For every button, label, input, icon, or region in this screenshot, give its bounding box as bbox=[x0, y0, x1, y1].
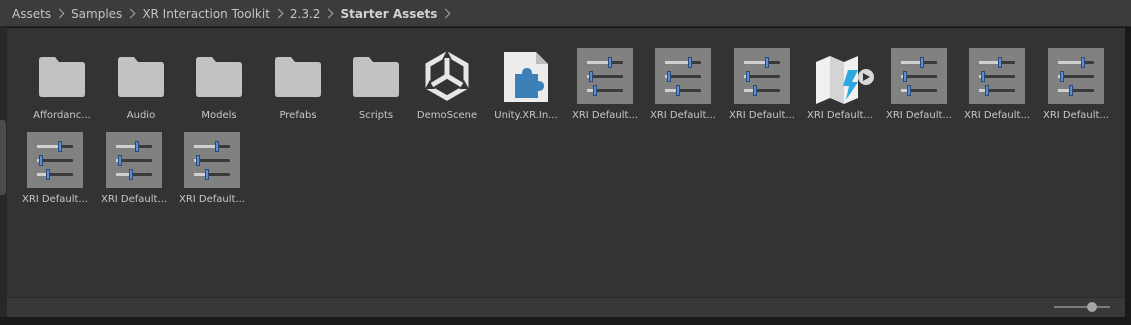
folder-icon bbox=[191, 48, 247, 104]
asset-item-assembly-definition[interactable]: Unity.XR.In... bbox=[487, 36, 565, 126]
breadcrumb: Assets Samples XR Interaction Toolkit 2.… bbox=[12, 0, 457, 27]
preset-icon bbox=[734, 48, 790, 104]
asset-item-folder[interactable]: Affordanc... bbox=[23, 36, 101, 126]
preset-icon bbox=[27, 132, 83, 188]
chevron-right-icon bbox=[324, 8, 334, 19]
folder-icon bbox=[348, 48, 404, 104]
asset-label: XRI Default... bbox=[178, 194, 245, 205]
asset-label: XRI Default... bbox=[806, 110, 873, 121]
asset-item-folder[interactable]: Scripts bbox=[337, 36, 415, 126]
chevron-right-icon bbox=[54, 8, 65, 19]
asset-item-folder[interactable]: Prefabs bbox=[259, 36, 337, 126]
folder-icon bbox=[270, 48, 326, 104]
left-panel-edge bbox=[0, 27, 7, 317]
asset-item-preset[interactable]: XRI Default... bbox=[723, 36, 801, 126]
asset-label: XRI Default... bbox=[100, 194, 167, 205]
folder-icon bbox=[34, 48, 90, 104]
asset-item-scene[interactable]: DemoScene bbox=[408, 36, 486, 126]
asset-item-folder[interactable]: Models bbox=[180, 36, 258, 126]
asset-item-folder[interactable]: Audio bbox=[102, 36, 180, 126]
asset-item-preset[interactable]: XRI Default... bbox=[958, 36, 1036, 126]
zoom-slider-thumb[interactable] bbox=[1087, 302, 1097, 312]
chevron-right-icon bbox=[125, 8, 136, 19]
unity-scene-icon bbox=[419, 48, 475, 104]
asset-label: XRI Default... bbox=[728, 110, 795, 121]
bottom-edge bbox=[0, 317, 1131, 325]
assembly-definition-icon bbox=[498, 48, 554, 104]
asset-label: Unity.XR.In... bbox=[494, 110, 558, 121]
breadcrumb-item-xr-interaction-toolkit[interactable]: XR Interaction Toolkit bbox=[142, 7, 270, 21]
breadcrumb-bar: Assets Samples XR Interaction Toolkit 2.… bbox=[0, 0, 1131, 27]
preset-icon bbox=[106, 132, 162, 188]
asset-item-preset[interactable]: XRI Default... bbox=[566, 36, 644, 126]
folder-icon bbox=[113, 48, 169, 104]
breadcrumb-item-version[interactable]: 2.3.2 bbox=[290, 7, 321, 21]
right-panel-edge bbox=[1125, 27, 1131, 325]
asset-item-preset[interactable]: XRI Default... bbox=[95, 120, 173, 210]
chevron-right-icon[interactable] bbox=[440, 8, 451, 19]
asset-item-preset[interactable]: XRI Default... bbox=[173, 120, 251, 210]
preset-icon bbox=[577, 48, 633, 104]
zoom-slider-track[interactable] bbox=[1054, 306, 1110, 308]
asset-item-preset[interactable]: XRI Default... bbox=[1037, 36, 1115, 126]
breadcrumb-item-starter-assets[interactable]: Starter Assets bbox=[340, 7, 437, 21]
asset-label: DemoScene bbox=[416, 110, 478, 121]
scrollbar-handle[interactable] bbox=[0, 120, 6, 195]
asset-item-preset[interactable]: XRI Default... bbox=[880, 36, 958, 126]
asset-label: XRI Default... bbox=[885, 110, 952, 121]
asset-label: XRI Default... bbox=[21, 194, 88, 205]
asset-item-preset[interactable]: XRI Default... bbox=[16, 120, 94, 210]
asset-label: XRI Default... bbox=[963, 110, 1030, 121]
asset-label: XRI Default... bbox=[649, 110, 716, 121]
lighting-map-icon bbox=[812, 48, 874, 104]
asset-label: XRI Default... bbox=[571, 110, 638, 121]
asset-item-lighting[interactable]: XRI Default... bbox=[801, 36, 879, 126]
breadcrumb-item-assets[interactable]: Assets bbox=[12, 7, 51, 21]
preset-icon bbox=[1048, 48, 1104, 104]
asset-label: XRI Default... bbox=[1042, 110, 1109, 121]
preset-icon bbox=[969, 48, 1025, 104]
asset-label: Scripts bbox=[358, 110, 394, 121]
preset-icon bbox=[184, 132, 240, 188]
breadcrumb-item-samples[interactable]: Samples bbox=[71, 7, 122, 21]
asset-item-preset[interactable]: XRI Default... bbox=[644, 36, 722, 126]
asset-grid: Affordanc... Audio Models Prefabs Script… bbox=[7, 28, 1125, 297]
asset-label: Prefabs bbox=[279, 110, 317, 121]
chevron-right-icon bbox=[273, 8, 284, 19]
preset-icon bbox=[655, 48, 711, 104]
preset-icon bbox=[891, 48, 947, 104]
status-bar bbox=[7, 297, 1125, 317]
